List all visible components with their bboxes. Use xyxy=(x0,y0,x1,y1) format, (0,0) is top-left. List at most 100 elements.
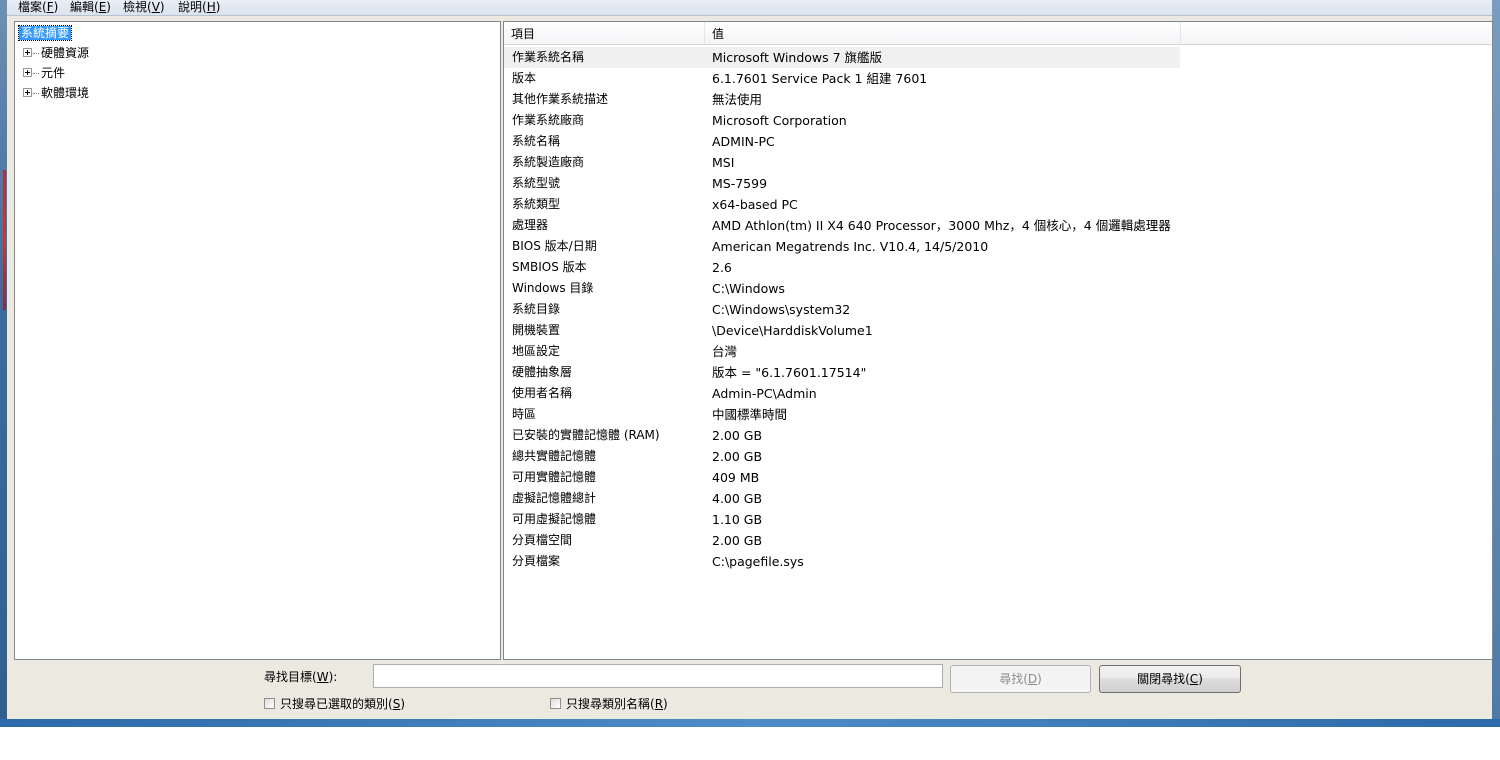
value-cell: Microsoft Windows 7 旗艦版 xyxy=(712,50,883,65)
table-row[interactable]: 硬體抽象層 版本 = "6.1.7601.17514" xyxy=(504,362,1180,383)
table-row[interactable]: Windows 目錄 C:\Windows xyxy=(504,278,1180,299)
item-cell: 作業系統廠商 xyxy=(512,113,585,127)
table-row[interactable]: 處理器 AMD Athlon(tm) II X4 640 Processor，30… xyxy=(504,215,1180,236)
table-row[interactable]: 系統型號 MS-7599 xyxy=(504,173,1180,194)
item-cell: 地區設定 xyxy=(512,344,561,358)
item-cell: 系統型號 xyxy=(512,176,561,190)
item-cell: 作業系統名稱 xyxy=(512,50,585,64)
item-cell: Windows 目錄 xyxy=(512,281,594,295)
table-row[interactable]: SMBIOS 版本 2.6 xyxy=(504,257,1180,278)
value-cell: Microsoft Corporation xyxy=(712,113,847,128)
table-row[interactable]: 分頁檔空間 2.00 GB xyxy=(504,530,1180,551)
window-frame-bottom xyxy=(0,719,1500,727)
tree-node-hardware-resources[interactable]: 硬體資源 xyxy=(23,45,89,61)
table-row[interactable]: 作業系統名稱 Microsoft Windows 7 旗艦版 xyxy=(504,47,1180,68)
item-cell: 開機裝置 xyxy=(512,323,561,337)
table-row[interactable]: 系統名稱 ADMIN-PC xyxy=(504,131,1180,152)
find-button[interactable]: 尋找(D) xyxy=(950,665,1091,693)
menu-edit[interactable]: 編輯(E) xyxy=(70,0,111,15)
table-row[interactable]: 時區 中國標準時間 xyxy=(504,404,1180,425)
item-cell: 系統名稱 xyxy=(512,134,561,148)
value-cell: 1.10 GB xyxy=(712,512,763,527)
table-row[interactable]: 系統製造廠商 MSI xyxy=(504,152,1180,173)
value-cell: Admin-PC\Admin xyxy=(712,386,817,401)
checkbox-icon[interactable] xyxy=(550,698,561,709)
item-cell: 處理器 xyxy=(512,218,549,232)
table-row[interactable]: 使用者名稱 Admin-PC\Admin xyxy=(504,383,1180,404)
window-frame-right xyxy=(1492,0,1500,727)
details-list[interactable]: 項目 值 作業系統名稱 Microsoft Windows 7 旗艦版版本 6.1.… xyxy=(503,21,1493,660)
item-cell: SMBIOS 版本 xyxy=(512,260,587,274)
item-cell: 虛擬記憶體總計 xyxy=(512,491,597,505)
table-row[interactable]: 虛擬記憶體總計 4.00 GB xyxy=(504,488,1180,509)
value-cell: 無法使用 xyxy=(712,92,763,107)
table-row[interactable]: 開機裝置 \Device\HarddiskVolume1 xyxy=(504,320,1180,341)
value-cell: 2.00 GB xyxy=(712,449,763,464)
value-cell: 中國標準時間 xyxy=(712,407,788,422)
menu-view[interactable]: 檢視(V) xyxy=(123,0,165,15)
item-cell: 分頁檔空間 xyxy=(512,533,573,547)
value-cell: American Megatrends Inc. V10.4, 14/5/201… xyxy=(712,239,989,254)
item-cell: 系統製造廠商 xyxy=(512,155,585,169)
tree-connector xyxy=(33,53,39,54)
menu-file[interactable]: 檔案(F) xyxy=(18,0,58,15)
value-cell: C:\Windows\system32 xyxy=(712,302,851,317)
tree-node-components[interactable]: 元件 xyxy=(23,65,65,81)
value-cell: ADMIN-PC xyxy=(712,134,775,149)
item-cell: 其他作業系統描述 xyxy=(512,92,609,106)
menu-help[interactable]: 說明(H) xyxy=(178,0,220,15)
tree-node-software-environment[interactable]: 軟體環境 xyxy=(23,85,89,101)
item-cell: 硬體抽象層 xyxy=(512,365,573,379)
tree-node-label: 元件 xyxy=(41,66,66,80)
item-cell: 總共實體記憶體 xyxy=(512,449,597,463)
table-row[interactable]: 其他作業系統描述 無法使用 xyxy=(504,89,1180,110)
tree-connector xyxy=(33,73,39,74)
table-row[interactable]: 系統類型 x64-based PC xyxy=(504,194,1180,215)
value-cell: C:\Windows xyxy=(712,281,785,296)
table-row[interactable]: 系統目錄 C:\Windows\system32 xyxy=(504,299,1180,320)
item-cell: 可用實體記憶體 xyxy=(512,470,597,484)
item-cell: 系統目錄 xyxy=(512,302,561,316)
table-row[interactable]: 可用虛擬記憶體 1.10 GB xyxy=(504,509,1180,530)
column-header-value[interactable]: 值 xyxy=(705,22,1181,44)
search-category-names-checkbox[interactable]: 只搜尋類別名稱(R) xyxy=(550,697,668,711)
value-cell: x64-based PC xyxy=(712,197,798,212)
table-row[interactable]: 作業系統廠商 Microsoft Corporation xyxy=(504,110,1180,131)
value-cell: 4.00 GB xyxy=(712,491,763,506)
value-cell: 台灣 xyxy=(712,344,738,359)
value-cell: C:\pagefile.sys xyxy=(712,554,804,569)
item-cell: 已安裝的實體記憶體 (RAM) xyxy=(512,428,660,442)
find-label: 尋找目標(W): xyxy=(264,670,338,684)
value-cell: 2.6 xyxy=(712,260,732,275)
value-cell: AMD Athlon(tm) II X4 640 Processor，3000 … xyxy=(712,218,1171,233)
tree-node-label: 軟體環境 xyxy=(41,86,90,100)
table-row[interactable]: BIOS 版本/日期 American Megatrends Inc. V10.4… xyxy=(504,236,1180,257)
value-cell: MSI xyxy=(712,155,735,170)
column-header-item[interactable]: 項目 xyxy=(504,22,705,44)
tree-node-label: 系統摘要 xyxy=(17,25,73,41)
table-row[interactable]: 總共實體記憶體 2.00 GB xyxy=(504,446,1180,467)
expand-icon[interactable] xyxy=(23,88,32,97)
list-header: 項目 值 xyxy=(504,22,1492,45)
expand-icon[interactable] xyxy=(23,68,32,77)
item-cell: BIOS 版本/日期 xyxy=(512,239,597,253)
tree-node-system-summary[interactable]: 系統摘要 xyxy=(17,25,73,41)
value-cell: 2.00 GB xyxy=(712,428,763,443)
system-information-window: 檔案(F) 編輯(E) 檢視(V) 說明(H) 系統摘要 硬體資源 元件 軟體環… xyxy=(0,0,1500,727)
checkbox-icon[interactable] xyxy=(264,698,275,709)
table-row[interactable]: 版本 6.1.7601 Service Pack 1 組建 7601 xyxy=(504,68,1180,89)
table-row[interactable]: 可用實體記憶體 409 MB xyxy=(504,467,1180,488)
table-row[interactable]: 地區設定 台灣 xyxy=(504,341,1180,362)
close-find-button[interactable]: 關閉尋找(C) xyxy=(1099,665,1241,693)
expand-icon[interactable] xyxy=(23,48,32,57)
value-cell: 409 MB xyxy=(712,470,760,485)
item-cell: 分頁檔案 xyxy=(512,554,561,568)
search-selected-category-checkbox[interactable]: 只搜尋已選取的類別(S) xyxy=(264,697,405,711)
table-row[interactable]: 分頁檔案 C:\pagefile.sys xyxy=(504,551,1180,572)
find-input[interactable] xyxy=(373,664,943,688)
tree-connector xyxy=(33,93,39,94)
tree-node-label: 硬體資源 xyxy=(41,46,90,60)
category-tree[interactable]: 系統摘要 硬體資源 元件 軟體環境 xyxy=(14,21,501,660)
table-row[interactable]: 已安裝的實體記憶體 (RAM) 2.00 GB xyxy=(504,425,1180,446)
value-cell: 版本 = "6.1.7601.17514" xyxy=(712,365,867,380)
